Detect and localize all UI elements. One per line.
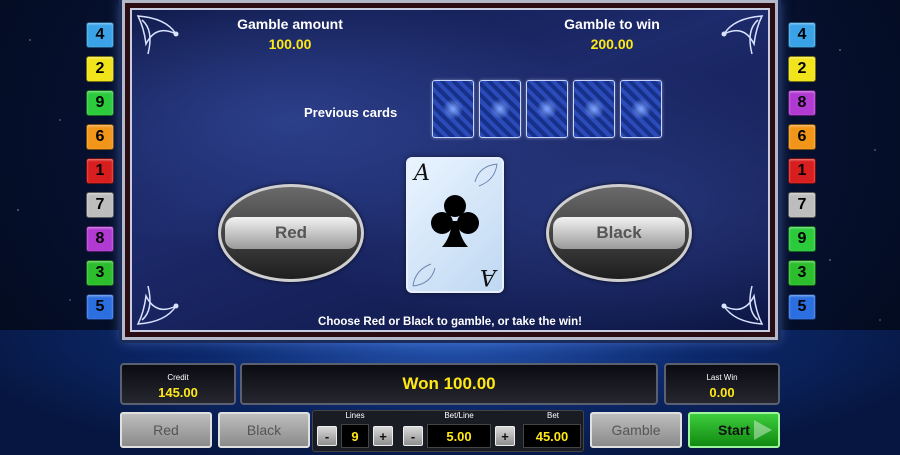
line-indicators-right: 4 2 8 6 1 7 9 3 5 (788, 22, 816, 320)
ornament-icon (721, 15, 764, 55)
last-win-label: Last Win (706, 373, 738, 382)
card-back (620, 80, 662, 138)
credit-value: 145.00 (158, 385, 198, 400)
ornament-icon (136, 15, 179, 55)
card-rank-top: A (414, 161, 430, 186)
credit-box: Credit 145.00 (120, 363, 236, 405)
line-indicator: 5 (788, 294, 816, 320)
lines-minus-button[interactable]: - (317, 426, 337, 446)
card-back (432, 80, 474, 138)
betline-minus-button[interactable]: - (403, 426, 423, 446)
gamble-amount-value: 100.00 (268, 36, 312, 52)
club-suit-icon (431, 195, 479, 247)
betline-plus-button[interactable]: + (495, 426, 515, 446)
line-indicator: 8 (788, 90, 816, 116)
line-indicator: 1 (86, 158, 114, 184)
black-button[interactable]: Black (218, 412, 310, 448)
black-choice-label: Black (553, 217, 685, 249)
line-indicator: 4 (86, 22, 114, 48)
bet-value: 45.00 (523, 424, 581, 448)
lines-value: 9 (341, 424, 369, 448)
line-indicator: 6 (788, 124, 816, 150)
line-indicator: 7 (788, 192, 816, 218)
last-win-box: Last Win 0.00 (664, 363, 780, 405)
red-choice-label: Red (225, 217, 357, 249)
line-indicator: 5 (86, 294, 114, 320)
red-button[interactable]: Red (120, 412, 212, 448)
red-choice-button[interactable]: Red (218, 184, 364, 282)
black-choice-button[interactable]: Black (546, 184, 692, 282)
line-indicator: 8 (86, 226, 114, 252)
line-indicator: 9 (86, 90, 114, 116)
credit-label: Credit (167, 373, 189, 382)
line-indicator: 7 (86, 192, 114, 218)
card-back (479, 80, 521, 138)
instruction-text: Choose Red or Black to gamble, or take t… (318, 316, 582, 328)
card-flourish-icon (412, 263, 436, 287)
gamble-amount-label: Gamble amount (237, 16, 343, 32)
gamble-to-win-label: Gamble to win (564, 16, 660, 32)
line-indicator: 4 (788, 22, 816, 48)
gamble-to-win-value: 200.00 (590, 36, 634, 52)
card-flourish-icon (474, 163, 498, 187)
line-indicator: 1 (788, 158, 816, 184)
line-indicator: 9 (788, 226, 816, 252)
lines-label: Lines (345, 411, 365, 420)
line-indicator: 2 (788, 56, 816, 82)
bet-label: Bet (546, 411, 559, 420)
arrow-right-icon (754, 420, 772, 440)
card-back (573, 80, 615, 138)
start-button-label: Start (718, 422, 750, 438)
betline-label: Bet/Line (444, 411, 474, 420)
betline-value: 5.00 (427, 424, 491, 448)
won-display: Won 100.00 (240, 363, 658, 405)
last-win-value: 0.00 (709, 385, 735, 400)
current-card: A A (406, 157, 504, 293)
line-indicator: 6 (86, 124, 114, 150)
bet-controls: Lines - 9 + Bet/Line - 5.00 + Bet 45.00 (312, 410, 584, 452)
start-button[interactable]: Start (688, 412, 780, 448)
line-indicator: 3 (86, 260, 114, 286)
line-indicator: 3 (788, 260, 816, 286)
line-indicator: 2 (86, 56, 114, 82)
lines-plus-button[interactable]: + (373, 426, 393, 446)
card-back (526, 80, 568, 138)
card-rank-bottom: A (480, 264, 496, 289)
line-indicators-left: 4 2 9 6 1 7 8 3 5 (86, 22, 114, 320)
previous-cards (432, 80, 662, 138)
gamble-button[interactable]: Gamble (590, 412, 682, 448)
gamble-panel: Gamble amount 100.00 Gamble to win 200.0… (122, 0, 778, 340)
previous-cards-label: Previous cards (304, 105, 398, 120)
